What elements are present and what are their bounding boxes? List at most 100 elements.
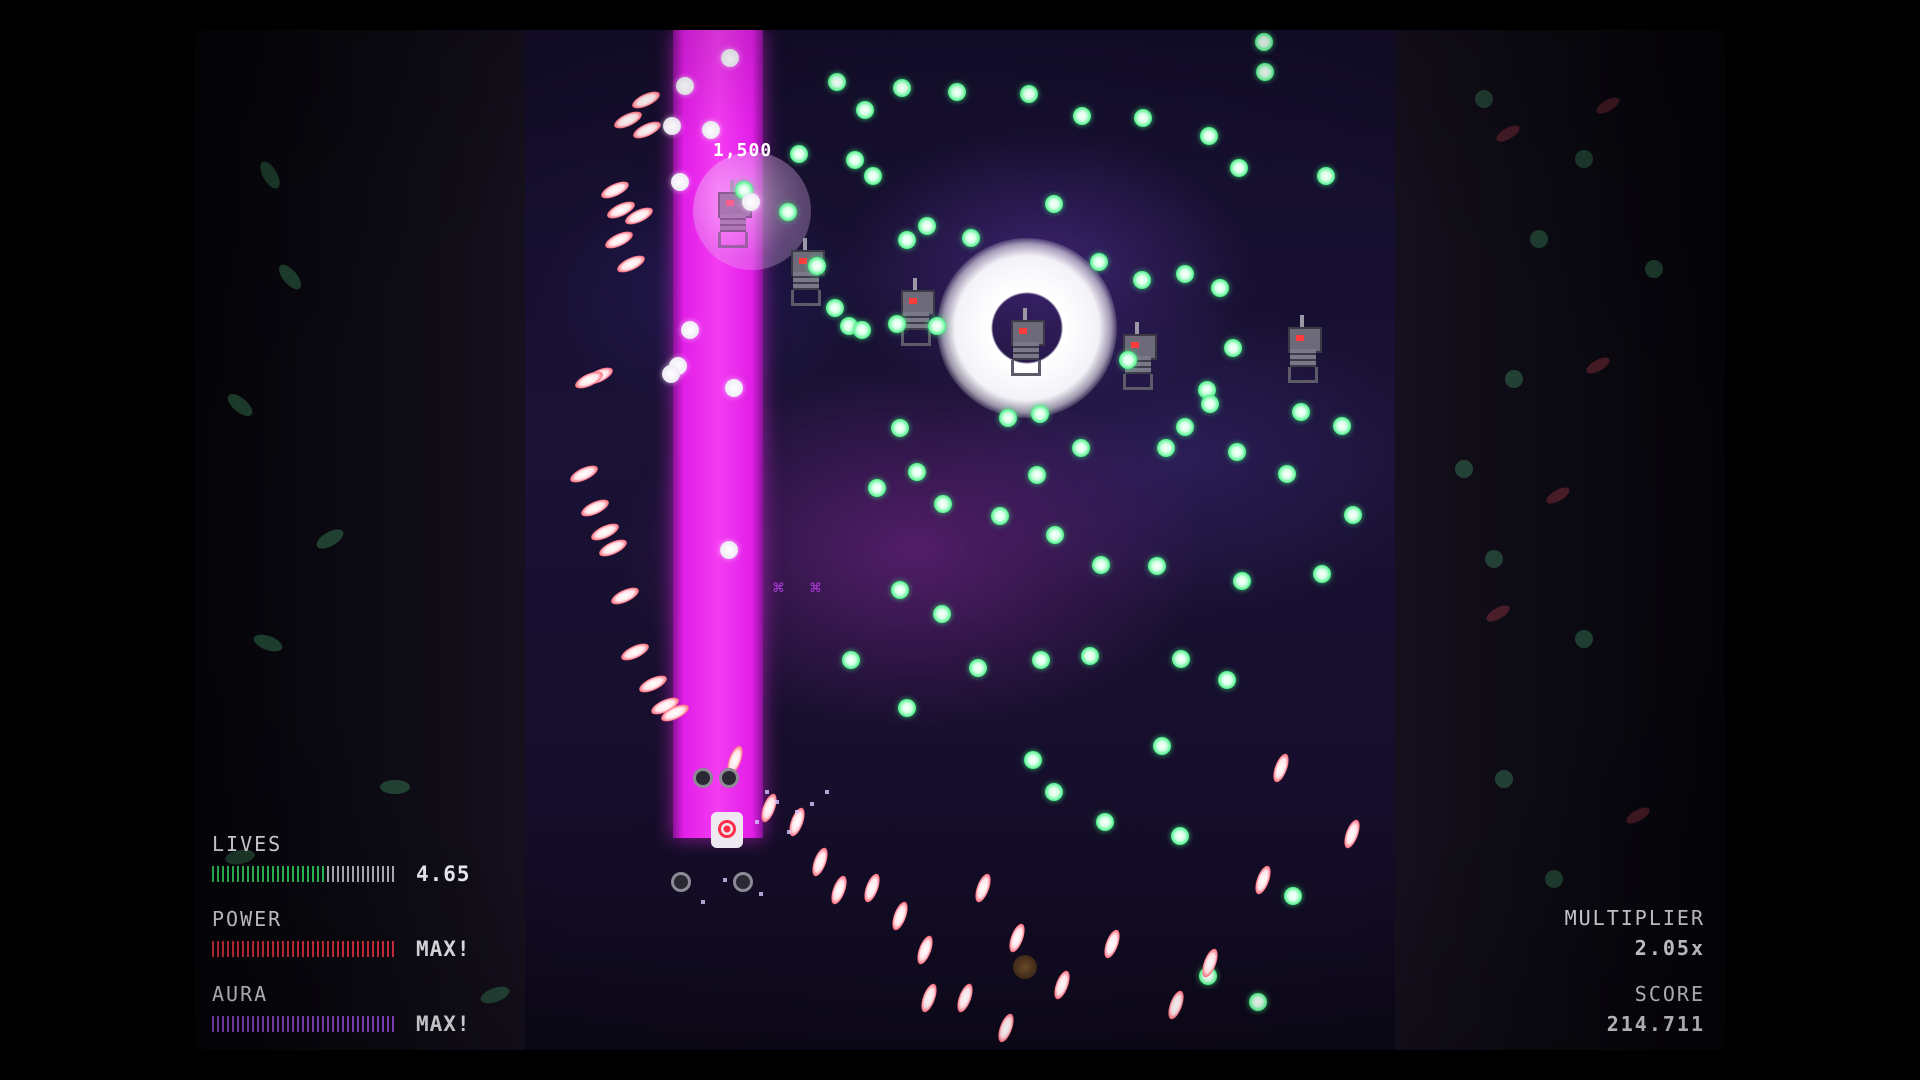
red-bullet	[1252, 863, 1274, 897]
green-bullet	[1133, 271, 1151, 289]
green-bullet	[891, 419, 909, 437]
green-bullet	[1317, 167, 1335, 185]
green-bullet	[1200, 127, 1218, 145]
spark-particle	[810, 802, 814, 806]
green-bullet	[1031, 405, 1049, 423]
green-bullet	[1176, 265, 1194, 283]
spark-particle	[701, 900, 705, 904]
red-bullet	[1006, 921, 1028, 955]
green-bullet	[893, 79, 911, 97]
green-bullet	[1333, 417, 1351, 435]
option-drone	[671, 872, 691, 892]
faded-bullet	[1475, 90, 1493, 108]
white-bullet	[671, 173, 689, 191]
white-bullet	[662, 365, 680, 383]
red-bullet	[618, 640, 652, 664]
green-bullet	[891, 581, 909, 599]
faded-bullet	[1505, 370, 1523, 388]
green-bullet	[888, 315, 906, 333]
hitbox-icon	[718, 820, 736, 838]
faded-bullet	[1485, 550, 1503, 568]
faded-bullet	[274, 261, 306, 293]
white-bullet	[725, 379, 743, 397]
green-bullet	[934, 495, 952, 513]
white-bullet	[720, 541, 738, 559]
green-bullet	[1157, 439, 1175, 457]
green-bullet	[1046, 526, 1064, 544]
spark-particle	[723, 878, 727, 882]
green-bullet	[1256, 63, 1274, 81]
green-bullet	[1224, 339, 1242, 357]
aura-bar	[212, 1016, 396, 1032]
green-bullet	[898, 231, 916, 249]
score-label: SCORE	[1634, 982, 1705, 1006]
green-bullet	[933, 605, 951, 623]
green-bullet	[1230, 159, 1248, 177]
faded-bullet	[478, 983, 512, 1007]
red-bullet	[578, 496, 612, 520]
green-bullet	[1024, 751, 1042, 769]
red-bullet	[1341, 817, 1363, 851]
green-bullet	[1201, 395, 1219, 413]
score-popup: 1,500	[713, 140, 773, 161]
green-bullet	[864, 167, 882, 185]
power-value: MAX!	[416, 937, 471, 961]
red-bullet	[596, 536, 630, 560]
red-bullet	[614, 252, 648, 276]
green-bullet	[808, 257, 826, 275]
coin-pickup	[1013, 955, 1037, 979]
faded-bullet	[1493, 122, 1523, 145]
white-bullet	[742, 193, 760, 211]
green-bullet	[1020, 85, 1038, 103]
green-bullet	[1176, 418, 1194, 436]
green-bullet	[1081, 647, 1099, 665]
faded-bullet	[380, 780, 410, 794]
red-bullet	[602, 228, 636, 252]
green-bullet	[1249, 993, 1267, 1011]
green-bullet	[1072, 439, 1090, 457]
spark-particle	[759, 892, 763, 896]
green-bullet	[1092, 556, 1110, 574]
faded-bullet	[1645, 260, 1663, 278]
red-bullet	[914, 933, 936, 967]
white-bullet	[702, 121, 720, 139]
green-bullet	[842, 651, 860, 669]
green-bullet	[853, 321, 871, 339]
green-bullet	[1228, 443, 1246, 461]
red-bullet	[954, 981, 976, 1015]
green-bullet	[991, 507, 1009, 525]
green-bullet	[1032, 651, 1050, 669]
red-bullet	[995, 1011, 1017, 1045]
white-bullet	[663, 117, 681, 135]
red-bullet	[1270, 751, 1292, 785]
green-bullet	[1292, 403, 1310, 421]
green-bullet	[1119, 351, 1137, 369]
lives-label: LIVES	[212, 832, 283, 856]
green-bullet	[1134, 109, 1152, 127]
green-bullet	[1313, 565, 1331, 583]
green-bullet	[928, 317, 946, 335]
faded-bullet	[1543, 484, 1573, 507]
faded-bullet	[1575, 150, 1593, 168]
bomb-pickup-icon: ⌘	[773, 578, 784, 599]
white-bullet	[676, 77, 694, 95]
red-bullet	[889, 899, 911, 933]
green-bullet	[1255, 33, 1273, 51]
bomb-pickup-icon: ⌘	[810, 578, 821, 599]
green-bullet	[962, 229, 980, 247]
spark-particle	[775, 800, 779, 804]
multiplier-label: MULTIPLIER	[1564, 906, 1705, 930]
red-bullet	[1165, 988, 1187, 1022]
white-bullet	[681, 321, 699, 339]
green-bullet	[846, 151, 864, 169]
option-drone	[719, 768, 739, 788]
faded-bullet	[1530, 230, 1548, 248]
green-bullet	[1284, 887, 1302, 905]
green-bullet	[828, 73, 846, 91]
spark-particle	[795, 810, 799, 814]
player-ship	[705, 798, 749, 858]
faded-bullet	[313, 525, 347, 553]
green-bullet	[790, 145, 808, 163]
right-hud-panel: MULTIPLIER 2.05x SCORE 214.711	[1395, 30, 1725, 1050]
robot-enemy	[1003, 308, 1049, 378]
